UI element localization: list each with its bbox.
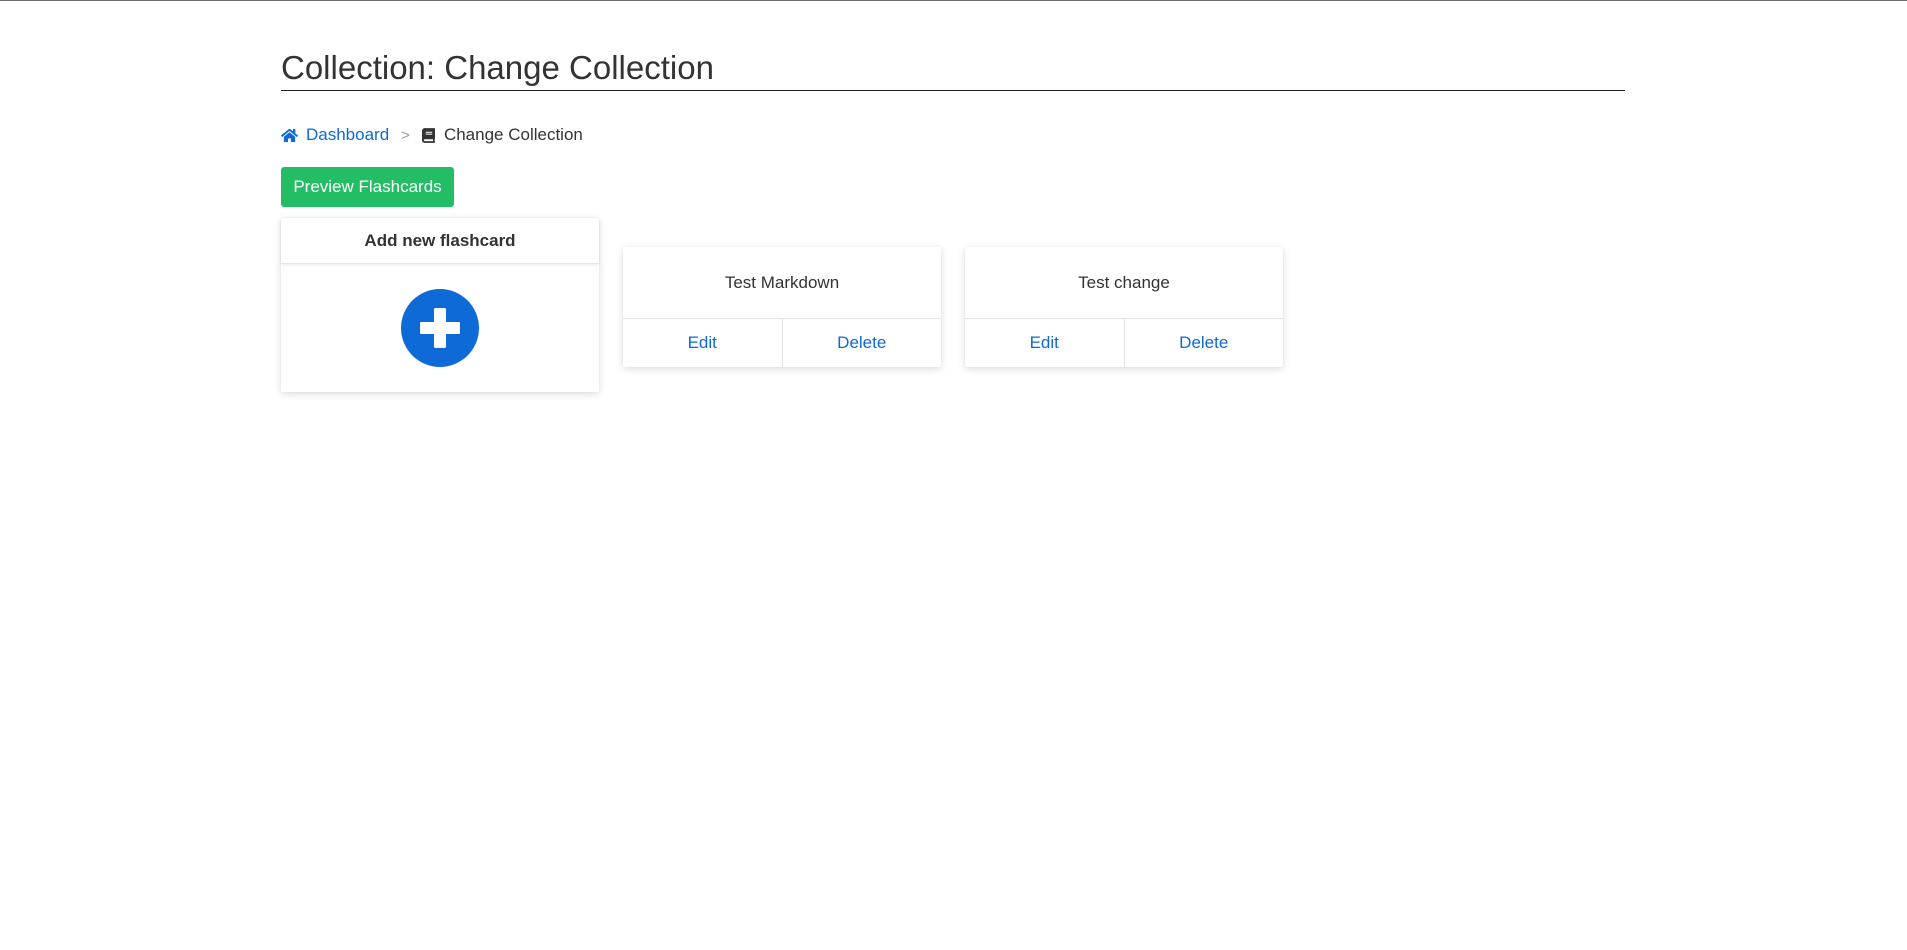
breadcrumb-separator: > (401, 126, 410, 144)
breadcrumb-dashboard-link[interactable]: Dashboard (281, 125, 389, 145)
flashcard-title: Test Markdown (623, 247, 941, 319)
flashcard-edit-link[interactable]: Edit (623, 319, 782, 367)
flashcard-card: Test Markdown Edit Delete (623, 247, 941, 367)
breadcrumb-current: Change Collection (421, 125, 583, 145)
flashcard-title: Test change (965, 247, 1283, 319)
breadcrumb-current-label: Change Collection (443, 125, 583, 144)
flashcard-delete-link[interactable]: Delete (781, 319, 942, 367)
add-flashcard-card: Add new flashcard (281, 218, 599, 392)
flashcard-actions: Edit Delete (965, 319, 1283, 367)
add-flashcard-button[interactable] (401, 289, 479, 367)
book-icon (421, 127, 435, 143)
breadcrumb-dashboard-label: Dashboard (306, 125, 390, 144)
breadcrumb: Dashboard > Change Collection (281, 123, 1625, 147)
main-container: Collection: Change Collection Dashboard … (281, 0, 1625, 407)
flashcard-delete-link[interactable]: Delete (1123, 319, 1284, 367)
flashcard-actions: Edit Delete (623, 319, 941, 367)
flashcard-grid: Add new flashcard Test Markdown Edit Del… (281, 207, 1625, 407)
flashcard-edit-link[interactable]: Edit (965, 319, 1124, 367)
add-flashcard-header: Add new flashcard (281, 218, 599, 264)
plus-circle-icon (420, 308, 460, 348)
add-flashcard-body (281, 264, 599, 392)
flashcard-card: Test change Edit Delete (965, 247, 1283, 367)
home-icon (281, 128, 298, 142)
page-title: Collection: Change Collection (281, 0, 1625, 91)
preview-flashcards-button[interactable]: Preview Flashcards (281, 167, 454, 207)
